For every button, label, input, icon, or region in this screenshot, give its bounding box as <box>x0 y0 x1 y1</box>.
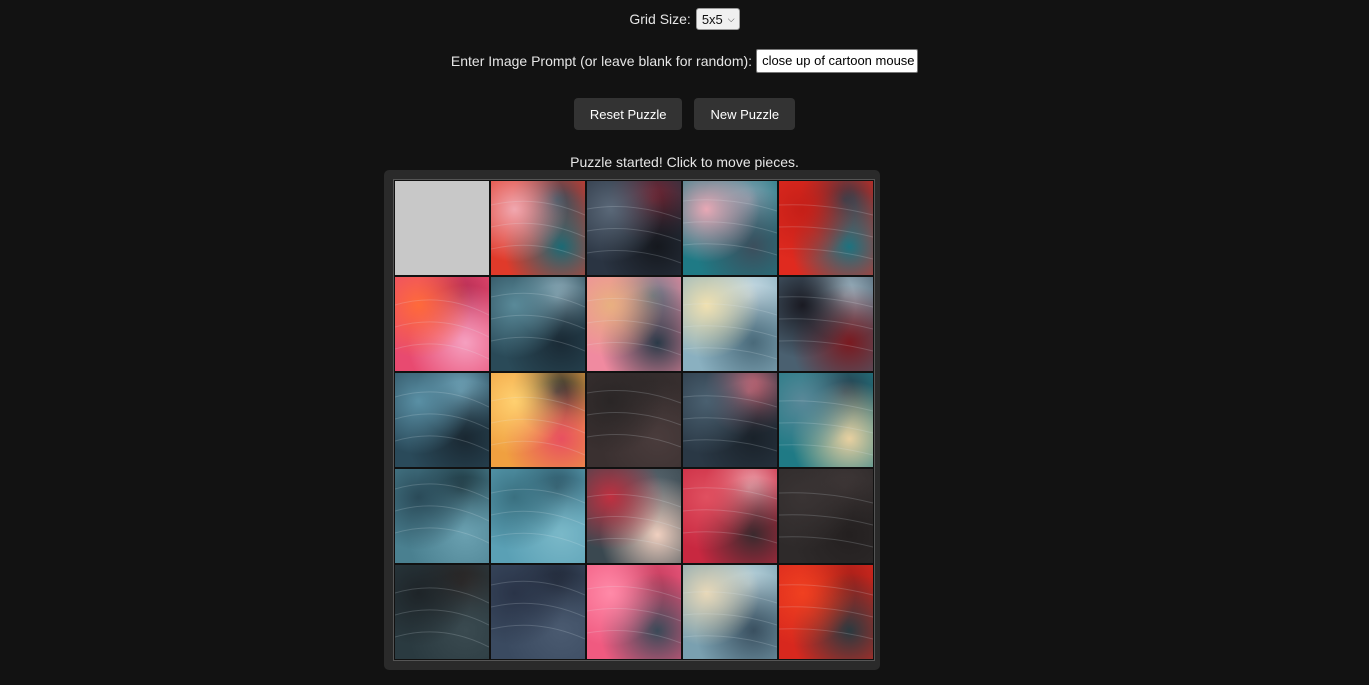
puzzle-tile[interactable] <box>491 373 585 467</box>
puzzle-tile[interactable] <box>395 565 489 659</box>
puzzle-tile[interactable] <box>683 469 777 563</box>
puzzle-tile[interactable] <box>395 373 489 467</box>
puzzle-tile[interactable] <box>587 277 681 371</box>
grid-size-label: Grid Size: <box>629 11 691 27</box>
grid-size-select[interactable]: 5x5 ⌵ <box>695 8 740 30</box>
puzzle-empty-slot[interactable] <box>395 181 489 275</box>
puzzle-tile[interactable] <box>395 277 489 371</box>
puzzle-tile[interactable] <box>683 181 777 275</box>
prompt-label: Enter Image Prompt (or leave blank for r… <box>450 53 753 69</box>
puzzle-tile[interactable] <box>779 373 873 467</box>
chevron-down-icon: ⌵ <box>727 13 735 24</box>
status-row: Puzzle started! Click to move pieces. <box>0 153 1369 171</box>
puzzle-tile[interactable] <box>491 469 585 563</box>
puzzle-tile[interactable] <box>779 565 873 659</box>
puzzle-tile[interactable] <box>683 565 777 659</box>
puzzle-tile[interactable] <box>491 565 585 659</box>
prompt-input[interactable]: close up of cartoon mouse <box>756 49 919 73</box>
button-row: Reset Puzzle New Puzzle <box>0 98 1369 130</box>
grid-size-value: 5x5 <box>701 11 723 27</box>
puzzle-tile[interactable] <box>779 181 873 275</box>
puzzle-tile[interactable] <box>491 277 585 371</box>
puzzle-tile[interactable] <box>587 373 681 467</box>
puzzle-tile[interactable] <box>587 469 681 563</box>
puzzle-board <box>393 179 875 661</box>
prompt-row: Enter Image Prompt (or leave blank for r… <box>0 48 1369 74</box>
puzzle-tile[interactable] <box>683 373 777 467</box>
puzzle-tile[interactable] <box>587 181 681 275</box>
puzzle-tile[interactable] <box>779 469 873 563</box>
puzzle-tile[interactable] <box>587 565 681 659</box>
puzzle-tile[interactable] <box>683 277 777 371</box>
puzzle-container <box>384 170 880 670</box>
puzzle-tile[interactable] <box>491 181 585 275</box>
puzzle-tile[interactable] <box>779 277 873 371</box>
grid-size-row: Grid Size: 5x5 ⌵ <box>0 7 1369 31</box>
new-puzzle-button[interactable]: New Puzzle <box>694 98 796 130</box>
reset-puzzle-button[interactable]: Reset Puzzle <box>573 98 683 130</box>
status-text: Puzzle started! Click to move pieces. <box>570 154 799 170</box>
puzzle-tile[interactable] <box>395 469 489 563</box>
